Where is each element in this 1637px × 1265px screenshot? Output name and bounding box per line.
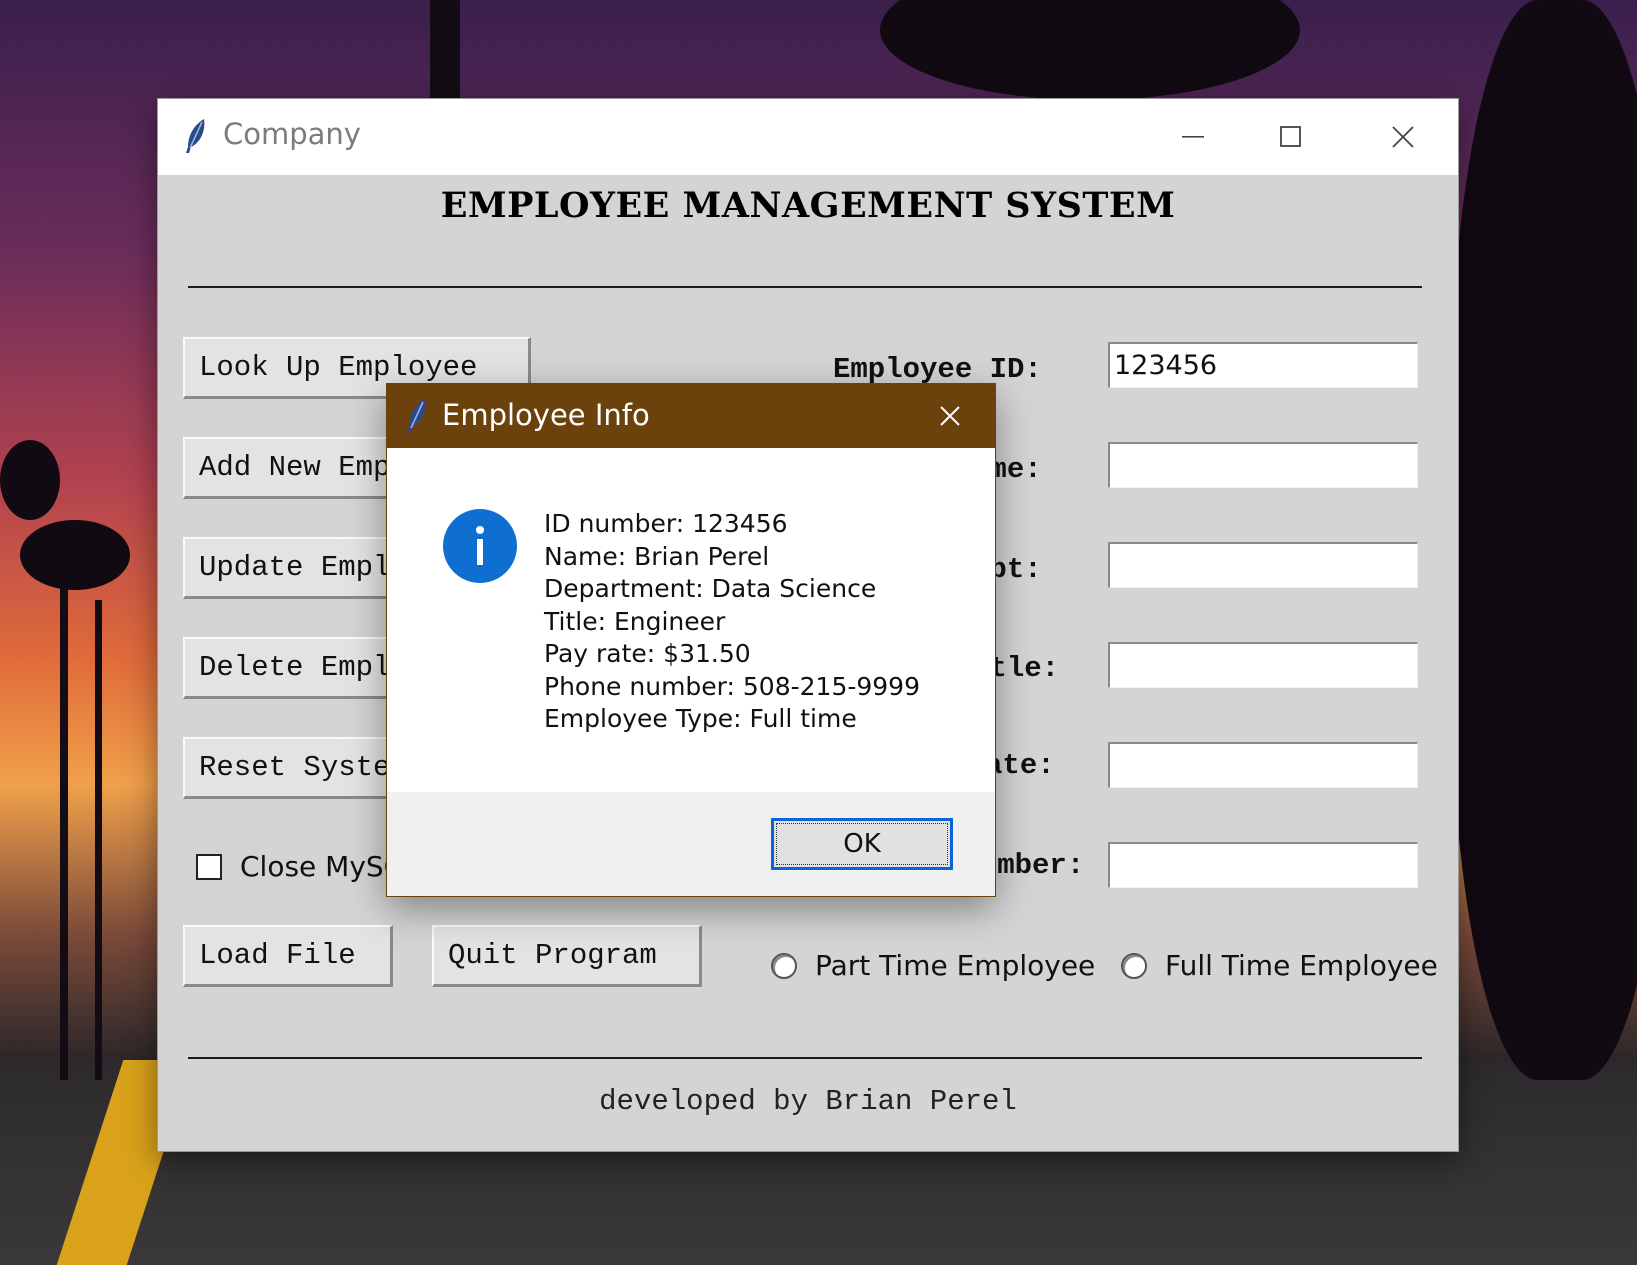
close-mysql-checkbox[interactable] (196, 854, 222, 880)
employee-title-field[interactable] (1108, 642, 1418, 688)
close-icon (1392, 126, 1414, 148)
palm-trunk (95, 600, 102, 1080)
close-icon (940, 406, 960, 426)
quit-program-button[interactable]: Quit Program (432, 925, 702, 987)
info-line-title: Title: Engineer (544, 606, 726, 636)
feather-icon (184, 117, 208, 159)
info-line-department: Department: Data Science (544, 574, 877, 603)
employee-id-label: Employee ID: (833, 353, 1042, 386)
info-line-pay-rate: Pay rate: $31.50 (544, 639, 751, 668)
info-line-name: Name: Brian Perel (544, 541, 770, 571)
page-title: EMPLOYEE MANAGEMENT SYSTEM (440, 185, 1176, 226)
tree-foliage (880, 0, 1300, 100)
footer-credit: developed by Brian Perel (599, 1085, 1017, 1118)
phone-number-field[interactable] (1108, 842, 1418, 888)
part-time-label: Part Time Employee (815, 949, 1096, 982)
ok-button[interactable]: OK (771, 818, 953, 870)
info-icon (443, 509, 517, 583)
minimize-icon (1182, 136, 1204, 138)
divider (188, 1057, 1422, 1059)
employee-info-text: ID number: 123456 Name: Brian Perel Depa… (544, 508, 920, 736)
maximize-icon (1279, 126, 1301, 147)
pay-rate-field[interactable] (1108, 742, 1418, 788)
palm-foliage (0, 440, 60, 520)
palm-foliage (20, 520, 130, 590)
employee-dept-field[interactable] (1108, 542, 1418, 588)
window-titlebar: Company (158, 99, 1458, 175)
tree-foliage (1450, 0, 1637, 1080)
full-time-label: Full Time Employee (1165, 949, 1438, 982)
tree-trunk (430, 0, 460, 100)
window-title: Company (223, 117, 361, 151)
minimize-button[interactable] (1153, 99, 1233, 175)
info-line-type: Employee Type: Full time (544, 704, 857, 733)
maximize-button[interactable] (1233, 99, 1348, 175)
close-button[interactable] (1348, 99, 1458, 175)
employee-info-dialog: Employee Info ID number: 123456 Name: Br… (387, 384, 995, 896)
employee-name-field[interactable] (1108, 442, 1418, 488)
load-file-button[interactable]: Load File (183, 925, 393, 987)
employee-id-field[interactable]: 123456 (1108, 342, 1418, 388)
dialog-title: Employee Info (442, 398, 650, 432)
divider (188, 286, 1422, 288)
palm-trunk (60, 560, 68, 1080)
full-time-radio[interactable] (1121, 953, 1147, 979)
feather-icon (405, 397, 429, 439)
info-line-phone: Phone number: 508-215-9999 (544, 671, 920, 701)
dialog-close-button[interactable] (905, 384, 995, 448)
part-time-radio[interactable] (771, 953, 797, 979)
info-line-id: ID number: 123456 (544, 509, 788, 538)
dialog-titlebar: Employee Info (387, 384, 995, 448)
